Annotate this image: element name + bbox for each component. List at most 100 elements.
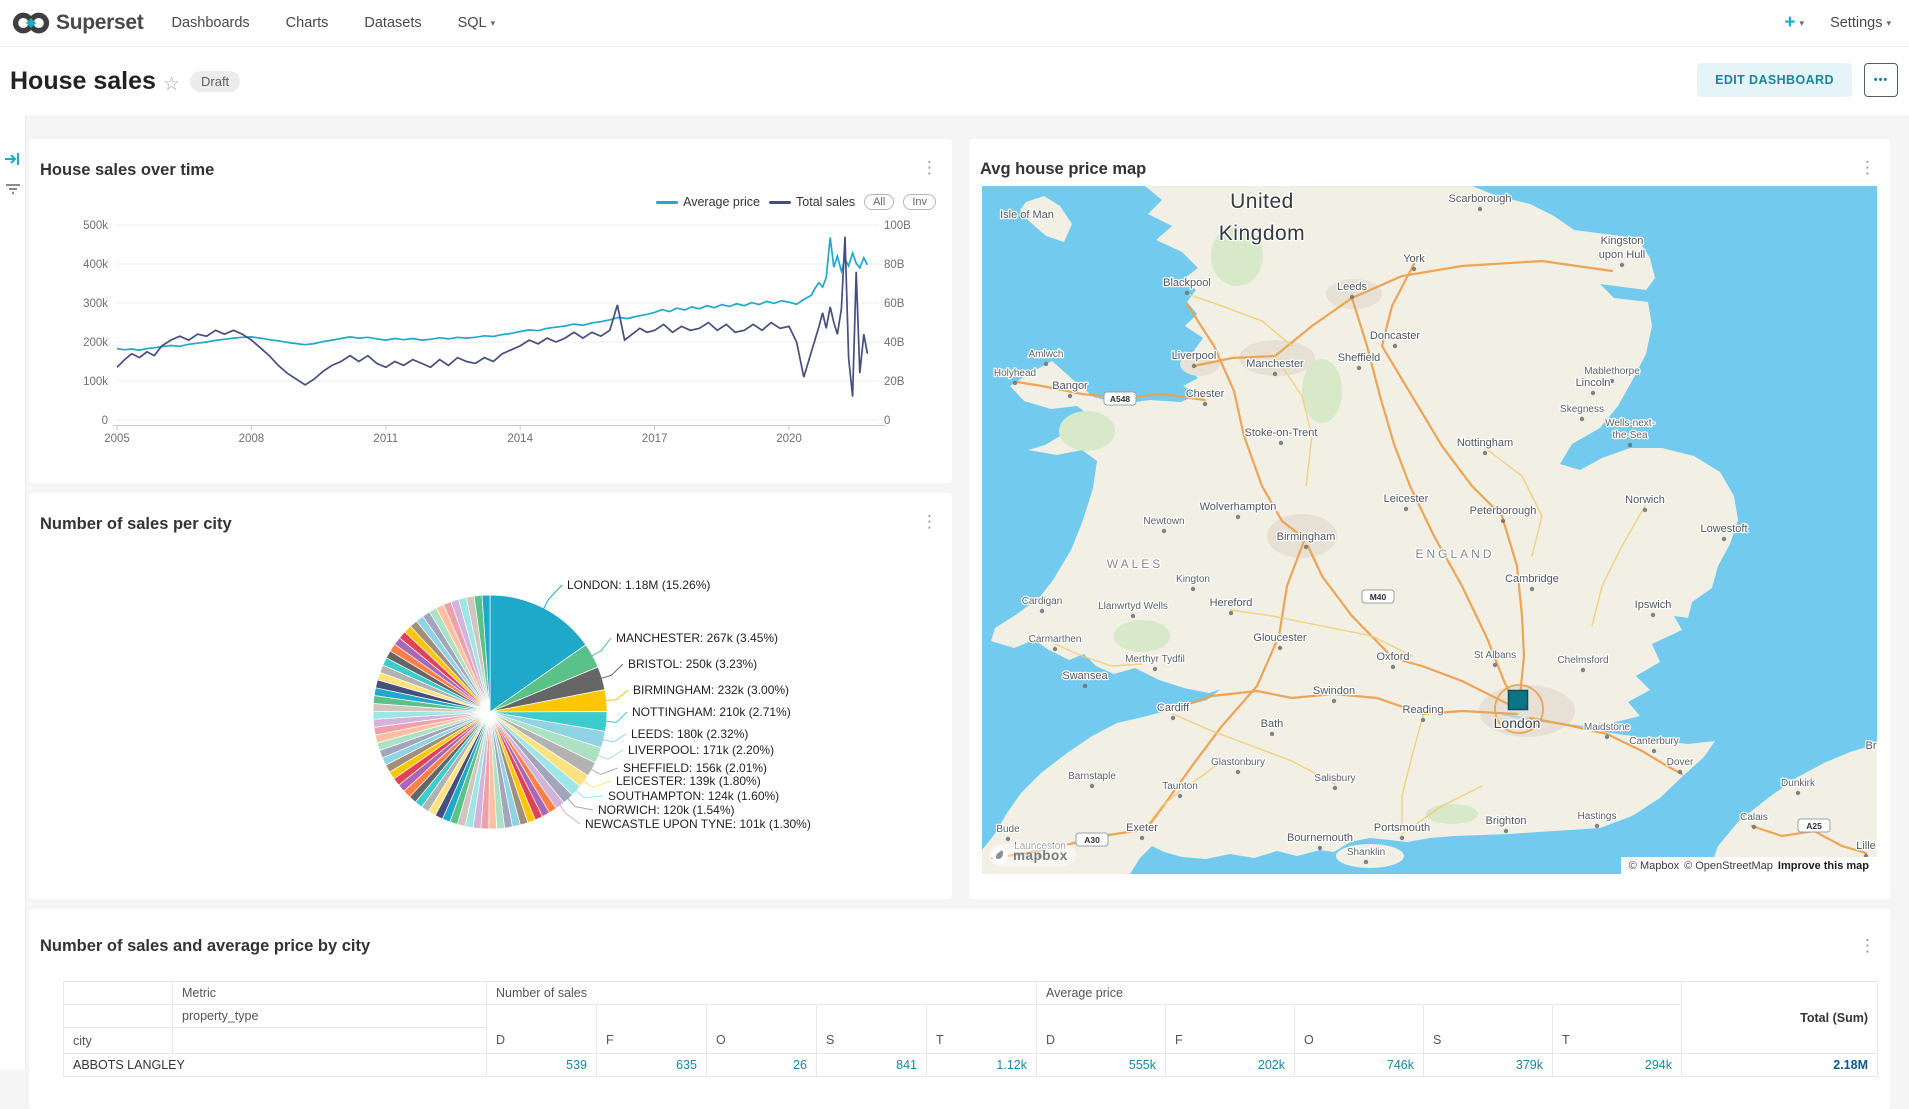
settings-menu[interactable]: Settings▾: [1830, 15, 1891, 31]
svg-text:2014: 2014: [507, 433, 533, 445]
pie-label: NOTTINGHAM: 210k (2.71%): [632, 705, 791, 719]
map-town-dot: [1236, 770, 1240, 774]
map-label: Skegness: [1560, 404, 1604, 415]
chart-menu-kebab-icon[interactable]: ⋮: [921, 159, 938, 176]
mapbox-logo[interactable]: mapbox: [989, 844, 1076, 866]
nav-item-dashboards[interactable]: Dashboards: [171, 15, 249, 31]
property-type-col-D: D: [487, 1005, 597, 1054]
chevron-down-icon: ▾: [491, 18, 496, 28]
road-shield-label: A30: [1084, 835, 1100, 845]
legend-item-average-price[interactable]: Average price: [656, 195, 760, 209]
map-label: Dunkirk: [1781, 778, 1816, 789]
map-label: ENGLAND: [1415, 547, 1494, 561]
nav-item-sql[interactable]: SQL▾: [458, 15, 496, 31]
nav-item-datasets[interactable]: Datasets: [364, 15, 421, 31]
superset-logo[interactable]: Superset: [12, 10, 143, 36]
pie-label: LIVERPOOL: 171k (2.20%): [628, 743, 774, 757]
property-type-col-F: F: [1166, 1005, 1295, 1054]
map-label: Swindon: [1313, 685, 1355, 697]
map-town-dot: [1350, 295, 1354, 299]
cell-number-of-sales: 539: [487, 1054, 597, 1077]
pivot-table: MetricNumber of salesAverage priceTotal …: [63, 981, 1878, 1077]
map-town-dot: [1796, 791, 1800, 795]
property-type-col-O: O: [707, 1005, 817, 1054]
chart-menu-kebab-icon[interactable]: ⋮: [1859, 159, 1876, 176]
map-town-dot: [1140, 836, 1144, 840]
map-town-dot: [1404, 507, 1408, 511]
map-label: Chester: [1186, 388, 1225, 400]
map-label: Newtown: [1143, 516, 1184, 527]
road-shield-label: M40: [1370, 592, 1387, 602]
map-town-dot: [1478, 207, 1482, 211]
svg-text:2011: 2011: [373, 433, 398, 445]
row-city-name: ABBOTS LANGLEY: [64, 1054, 487, 1077]
pie-chart-plot[interactable]: LONDON: 1.18M (15.26%)MANCHESTER: 267k (…: [29, 493, 952, 899]
legend-item-total-sales[interactable]: Total sales: [769, 195, 855, 209]
map-label: Swansea: [1062, 670, 1108, 682]
map-town-dot: [1333, 786, 1337, 790]
legend-all-button[interactable]: All: [864, 194, 894, 210]
map-town-dot: [1501, 519, 1505, 523]
map-svg: Isle of ManUnitedKingdomScarboroughYorkK…: [982, 186, 1877, 874]
number-of-sales-header: Number of sales: [487, 982, 1037, 1005]
map-canvas[interactable]: Isle of ManUnitedKingdomScarboroughYorkK…: [982, 186, 1877, 874]
corner-cell: [64, 982, 173, 1005]
map-label: upon Hull: [1599, 249, 1645, 261]
map-label: Bath: [1261, 718, 1284, 730]
osm-attribution-link[interactable]: © OpenStreetMap: [1684, 860, 1773, 872]
svg-text:100k: 100k: [83, 376, 108, 388]
map-label: Manchester: [1246, 358, 1304, 370]
chart-menu-kebab-icon[interactable]: ⋮: [1859, 937, 1876, 954]
legend-swatch: [769, 201, 791, 204]
cell-number-of-sales: 1.12k: [927, 1054, 1037, 1077]
svg-text:100B: 100B: [884, 220, 911, 232]
series-line[interactable]: [117, 238, 867, 351]
chevron-down-icon: ▾: [1886, 18, 1891, 28]
svg-text:200k: 200k: [83, 337, 108, 349]
dashboard-more-button[interactable]: •••: [1864, 63, 1898, 97]
map-town-dot: [1364, 860, 1368, 864]
top-nav: Superset Dashboards Charts Datasets SQL▾…: [0, 0, 1909, 47]
map-label: Ipswich: [1635, 599, 1672, 611]
map-town-dot: [1083, 684, 1087, 688]
property-type-col-F: F: [597, 1005, 707, 1054]
series-line[interactable]: [117, 237, 867, 397]
mapbox-attribution-link[interactable]: © Mapbox: [1629, 860, 1679, 872]
chart-title: Number of sales and average price by cit…: [40, 937, 370, 956]
empty-cell: [173, 1028, 487, 1054]
map-label: Peterborough: [1470, 505, 1537, 517]
legend-inv-button[interactable]: Inv: [903, 194, 936, 210]
map-label: Leeds: [1337, 281, 1367, 293]
chart-title: House sales over time: [40, 161, 214, 180]
line-chart-plot[interactable]: 00100k20B200k40B300k60B400k80B500k100B20…: [29, 139, 952, 483]
map-town-dot: [1595, 824, 1599, 828]
edit-dashboard-button[interactable]: EDIT DASHBOARD: [1697, 63, 1852, 97]
map-town-dot: [1493, 663, 1497, 667]
chevron-down-icon: ▾: [1800, 18, 1805, 28]
map-label: London: [1494, 715, 1541, 731]
chart-title: Avg house price map: [980, 160, 1146, 179]
cell-average-price: 294k: [1553, 1054, 1682, 1077]
map-label: Gloucester: [1253, 632, 1307, 644]
map-label: Cardigan: [1022, 596, 1063, 607]
mapbox-icon: [991, 846, 1009, 864]
pie-leader-line: [567, 798, 593, 811]
nav-item-charts[interactable]: Charts: [286, 15, 329, 31]
new-item-button[interactable]: +▾: [1784, 12, 1804, 34]
map-town-dot: [1013, 381, 1017, 385]
map-label: Kingston: [1601, 235, 1644, 247]
expand-filter-icon[interactable]: [4, 151, 22, 167]
map-label: Exeter: [1126, 822, 1158, 834]
metric-header: Metric: [173, 982, 487, 1005]
chart-menu-kebab-icon[interactable]: ⋮: [921, 513, 938, 530]
map-label: Taunton: [1162, 781, 1198, 792]
map-town-dot: [1652, 749, 1656, 753]
legend-swatch: [656, 201, 678, 204]
map-price-marker[interactable]: [1509, 691, 1528, 710]
svg-text:500k: 500k: [83, 220, 108, 232]
improve-map-link[interactable]: Improve this map: [1778, 860, 1869, 872]
favorite-star-icon[interactable]: ☆: [163, 73, 180, 96]
pie-leader-line: [591, 638, 611, 657]
map-town-dot: [1053, 647, 1057, 651]
filter-funnel-icon[interactable]: [4, 181, 22, 197]
